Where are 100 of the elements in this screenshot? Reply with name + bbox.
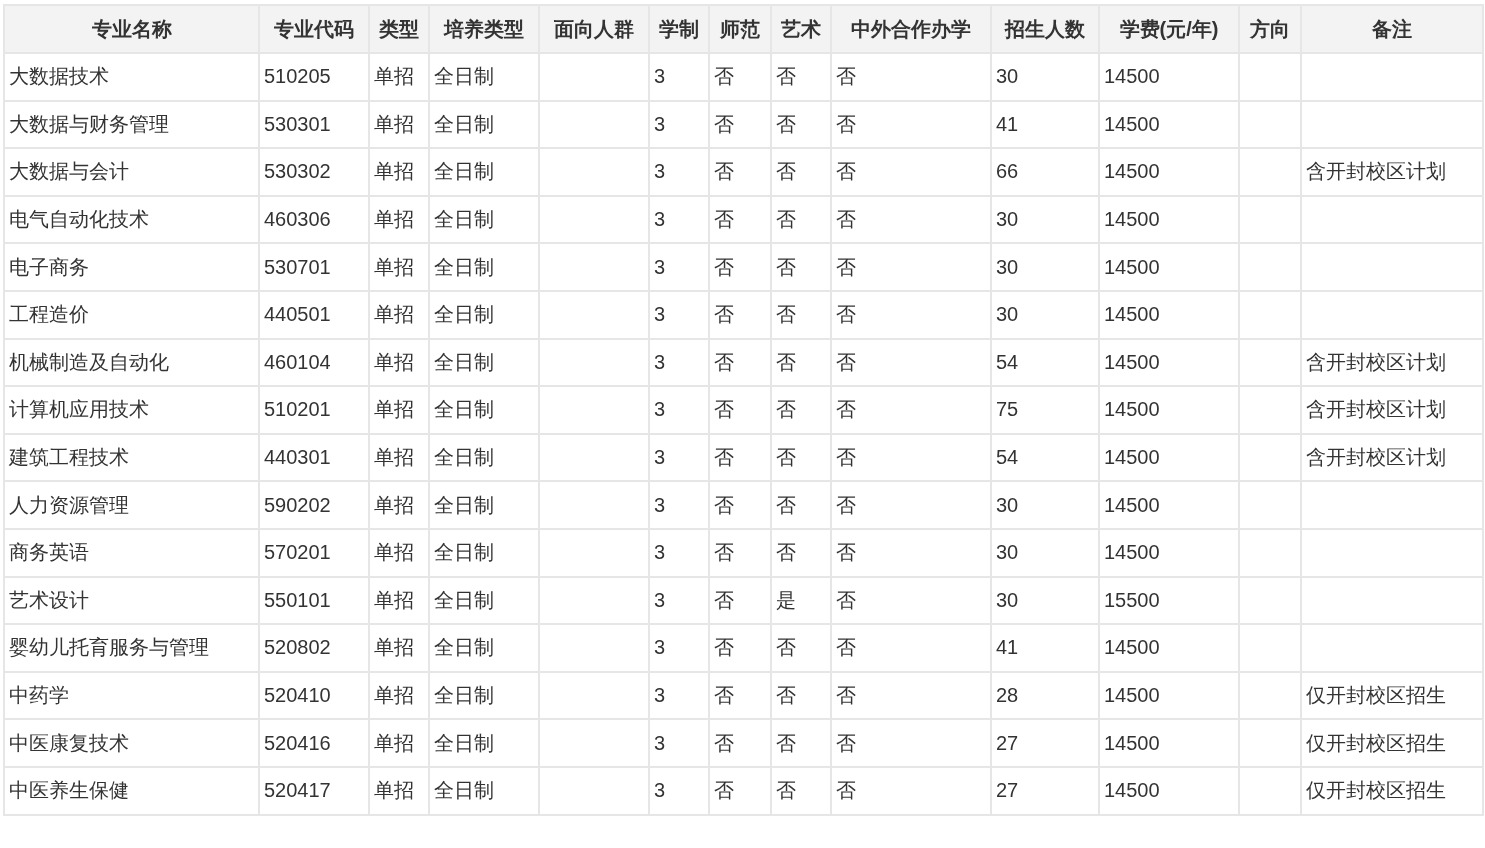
table-cell: 单招	[369, 719, 429, 767]
table-cell: 54	[991, 338, 1099, 387]
table-cell: 3	[649, 576, 709, 625]
table-cell: 520416	[259, 719, 369, 767]
column-header: 学费(元/年)	[1099, 5, 1239, 53]
table-cell: 全日制	[429, 290, 539, 339]
table-cell: 否	[771, 719, 831, 767]
table-cell: 否	[771, 290, 831, 339]
table-cell: 人力资源管理	[4, 481, 259, 529]
table-cell: 54	[991, 433, 1099, 482]
table-cell: 否	[771, 195, 831, 244]
table-cell: 3	[649, 243, 709, 291]
column-header: 方向	[1239, 5, 1301, 53]
table-cell: 仅开封校区招生	[1301, 671, 1483, 720]
table-cell: 艺术设计	[4, 576, 259, 625]
table-cell: 否	[831, 528, 991, 577]
table-cell: 单招	[369, 528, 429, 577]
table-cell: 否	[831, 576, 991, 625]
table-cell: 27	[991, 719, 1099, 767]
table-cell: 否	[709, 766, 771, 815]
table-cell: 否	[771, 671, 831, 720]
table-cell: 全日制	[429, 433, 539, 482]
table-cell: 否	[771, 481, 831, 529]
table-cell: 3	[649, 433, 709, 482]
table-cell: 460306	[259, 195, 369, 244]
table-cell: 3	[649, 290, 709, 339]
table-cell: 否	[771, 528, 831, 577]
table-cell: 全日制	[429, 338, 539, 387]
table-cell: 530701	[259, 243, 369, 291]
table-cell: 520417	[259, 766, 369, 815]
table-cell: 14500	[1099, 433, 1239, 482]
table-cell: 3	[649, 624, 709, 672]
table-cell: 单招	[369, 433, 429, 482]
table-cell: 41	[991, 624, 1099, 672]
table-cell: 否	[831, 433, 991, 482]
table-cell: 全日制	[429, 53, 539, 101]
table-cell: 14500	[1099, 624, 1239, 672]
table-cell: 单招	[369, 53, 429, 101]
table-cell: 30	[991, 528, 1099, 577]
table-cell: 14500	[1099, 100, 1239, 149]
table-cell: 否	[831, 338, 991, 387]
table-cell: 全日制	[429, 671, 539, 720]
table-cell: 否	[709, 576, 771, 625]
column-header: 备注	[1301, 5, 1483, 53]
table-cell: 否	[709, 53, 771, 101]
table-cell: 否	[709, 481, 771, 529]
table-cell: 仅开封校区招生	[1301, 719, 1483, 767]
table-cell: 单招	[369, 195, 429, 244]
column-header: 中外合作办学	[831, 5, 991, 53]
table-cell: 是	[771, 576, 831, 625]
table-cell: 机械制造及自动化	[4, 338, 259, 387]
table-cell: 3	[649, 195, 709, 244]
table-cell: 66	[991, 148, 1099, 196]
table-cell: 590202	[259, 481, 369, 529]
table-cell: 否	[831, 148, 991, 196]
table-cell: 14500	[1099, 528, 1239, 577]
table-cell: 3	[649, 386, 709, 434]
table-cell: 否	[709, 386, 771, 434]
table-cell: 530301	[259, 100, 369, 149]
table-cell: 含开封校区计划	[1301, 148, 1483, 196]
table-cell: 3	[649, 719, 709, 767]
column-header: 艺术	[771, 5, 831, 53]
table-cell: 520802	[259, 624, 369, 672]
table-cell: 3	[649, 338, 709, 387]
table-cell: 全日制	[429, 528, 539, 577]
table-cell: 单招	[369, 481, 429, 529]
table-cell: 否	[831, 53, 991, 101]
table-cell: 30	[991, 481, 1099, 529]
column-header: 学制	[649, 5, 709, 53]
table-cell: 否	[771, 766, 831, 815]
table-cell: 460104	[259, 338, 369, 387]
table-cell: 否	[831, 386, 991, 434]
table-cell: 电子商务	[4, 243, 259, 291]
table-cell: 建筑工程技术	[4, 433, 259, 482]
table-cell: 否	[771, 148, 831, 196]
table-cell: 否	[771, 53, 831, 101]
table-cell: 550101	[259, 576, 369, 625]
table-cell: 中药学	[4, 671, 259, 720]
table-cell: 否	[831, 290, 991, 339]
table-cell: 3	[649, 53, 709, 101]
table-cell: 仅开封校区招生	[1301, 766, 1483, 815]
table-cell: 否	[709, 624, 771, 672]
table-cell: 3	[649, 100, 709, 149]
table-cell: 否	[831, 243, 991, 291]
table-cell: 28	[991, 671, 1099, 720]
table-cell: 440301	[259, 433, 369, 482]
table-cell: 否	[771, 386, 831, 434]
table-cell: 否	[709, 528, 771, 577]
table-cell: 全日制	[429, 766, 539, 815]
column-header: 专业名称	[4, 5, 259, 53]
table-cell: 婴幼儿托育服务与管理	[4, 624, 259, 672]
table-cell: 单招	[369, 338, 429, 387]
table-cell: 否	[709, 338, 771, 387]
table-cell: 3	[649, 671, 709, 720]
table-cell: 否	[709, 100, 771, 149]
table-cell: 520410	[259, 671, 369, 720]
table-cell: 单招	[369, 386, 429, 434]
table-cell: 大数据技术	[4, 53, 259, 101]
table-cell: 14500	[1099, 290, 1239, 339]
table-cell: 否	[771, 433, 831, 482]
